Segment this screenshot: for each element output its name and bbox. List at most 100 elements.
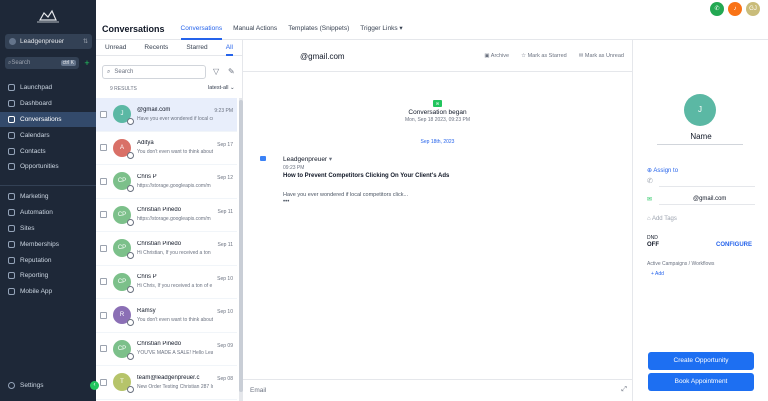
expand-message-button[interactable]: •••: [283, 199, 289, 205]
list-item[interactable]: CP Chris P https://storage.googleapis.com/…: [96, 165, 237, 199]
select-checkbox[interactable]: [100, 244, 107, 252]
sidebar-item-settings[interactable]: Settings: [0, 378, 96, 394]
list-item[interactable]: CP Christian Pinedo Hi Christian, If you r…: [96, 232, 237, 266]
phone-call-button[interactable]: ✆: [710, 2, 724, 16]
contact-email-field[interactable]: ✉ @gmail.com: [647, 196, 757, 203]
sidebar-search-placeholder: Search: [11, 60, 31, 66]
notifications-button[interactable]: ♪: [728, 2, 742, 16]
sidebar-item-contacts[interactable]: Contacts: [0, 143, 96, 159]
conversation-text: @gmail.com Have you ever wondered if loca…: [137, 107, 213, 122]
conversation-name: Christian Pinedo: [137, 341, 182, 348]
contact-name[interactable]: Name: [633, 132, 768, 141]
create-opportunity-button[interactable]: Create Opportunity: [648, 352, 754, 370]
sidebar-item-opportunities[interactable]: Opportunities: [0, 159, 96, 175]
list-item[interactable]: A Aditya You don't even want to think abou…: [96, 132, 237, 165]
calendar-icon: [8, 131, 15, 139]
sidebar-nav-top: Launchpad Dashboard Conversations Calend…: [0, 80, 96, 175]
tab-conversations[interactable]: Conversations: [180, 18, 223, 40]
mail-icon: ✉: [578, 53, 584, 59]
filter-unread[interactable]: Unread: [105, 44, 126, 51]
page-title: Conversations: [102, 23, 165, 34]
globe-icon: [8, 224, 15, 232]
select-checkbox[interactable]: [100, 110, 107, 118]
select-checkbox[interactable]: [100, 144, 107, 152]
list-item[interactable]: CP Chris P Hi Chris, If you received a ton…: [96, 266, 237, 299]
sidebar-item-conversations[interactable]: Conversations: [0, 111, 96, 128]
conversation-name: Christian Pinedo: [137, 207, 182, 214]
composer[interactable]: Email ⤢: [243, 379, 632, 401]
conversation-preview: Hi Chris, If you received a ton of e: [137, 283, 213, 290]
select-checkbox[interactable]: [100, 378, 107, 386]
avatar-initials: CP: [117, 211, 127, 218]
tab-manual-actions[interactable]: Manual Actions: [233, 18, 277, 40]
avatar-initials: A: [119, 144, 124, 151]
configure-dnd-button[interactable]: CONFIGURE: [716, 242, 752, 248]
filter-recents[interactable]: Recents: [144, 44, 168, 51]
megaphone-icon: [8, 193, 15, 201]
mark-starred-button[interactable]: ☆ Mark as Starred: [521, 53, 567, 59]
chevron-down-icon: ▾: [399, 24, 403, 32]
select-checkbox[interactable]: [100, 177, 107, 185]
sidebar-item-reporting[interactable]: Reporting: [0, 268, 96, 284]
avatar-initials: CP: [117, 278, 127, 285]
conversation-text: Chris P https://storage.googleapis.com/m: [137, 174, 213, 189]
phone-field[interactable]: [659, 186, 755, 187]
user-avatar[interactable]: GJ: [746, 2, 760, 16]
compose-icon[interactable]: ✎: [228, 67, 235, 76]
chat-header: @gmail.com ▣ Archive ☆ Mark as Starred ✉…: [243, 40, 632, 72]
archive-button[interactable]: ▣ Archive: [484, 53, 509, 59]
tab-templates[interactable]: Templates (Snippets): [288, 18, 349, 40]
filter-all[interactable]: All: [225, 40, 233, 56]
sidebar-item-label: Memberships: [20, 240, 60, 248]
archive-icon: ▣: [484, 53, 490, 59]
mark-unread-button[interactable]: ✉ Mark as Unread: [579, 53, 624, 59]
campaigns-label: Active Campaigns / Workflows: [647, 261, 715, 267]
list-item[interactable]: R Ramsy You don't even want to think about…: [96, 299, 237, 333]
conversation-name: Aditya: [137, 140, 154, 147]
assign-to-button[interactable]: ⊕ Assign to: [647, 167, 678, 174]
list-item[interactable]: Tteam@leadgenpreuer.c New Order Testing C…: [96, 366, 237, 400]
select-checkbox[interactable]: [100, 345, 107, 353]
top-nav: Conversations Conversations Manual Actio…: [96, 18, 768, 40]
sidebar-item-dashboard[interactable]: Dashboard: [0, 96, 96, 112]
sort-dropdown[interactable]: latest-all ⌄: [208, 85, 235, 91]
conversation-text: Chris P Hi Chris, If you received a ton o…: [137, 274, 213, 289]
sidebar-item-automation[interactable]: Automation: [0, 205, 96, 221]
conversation-preview: Hi Christian, If you received a ton: [137, 249, 211, 256]
tab-trigger-links[interactable]: Trigger Links ▾: [360, 18, 402, 40]
message-body: Have you ever wondered if local competit…: [283, 192, 409, 198]
conversation-date: Sep 09: [217, 342, 233, 349]
book-appointment-button[interactable]: Book Appointment: [648, 373, 754, 391]
sidebar-item-sites[interactable]: Sites: [0, 221, 96, 237]
select-checkbox[interactable]: [100, 278, 107, 286]
sidebar-item-launchpad[interactable]: Launchpad: [0, 80, 96, 96]
sidebar-item-marketing[interactable]: Marketing: [0, 189, 96, 205]
sidebar-item-label: Automation: [20, 209, 53, 217]
account-switcher[interactable]: Leadgenpreuer ⇅: [5, 34, 92, 49]
sidebar-item-reputation[interactable]: Reputation: [0, 252, 96, 268]
list-item[interactable]: J @gmail.com Have you ever wondered if loc…: [96, 98, 237, 132]
avatar-initials: CP: [117, 245, 127, 252]
conversation-search-input[interactable]: ⌕ Search: [102, 65, 206, 79]
quick-add-button[interactable]: +: [82, 57, 92, 69]
channel-badge-icon: [127, 386, 134, 394]
composer-channel-label: Email: [250, 387, 267, 394]
select-checkbox[interactable]: [100, 211, 107, 219]
add-campaign-button[interactable]: + Add: [651, 271, 664, 277]
list-item[interactable]: CP Christian Pinedo YOU'VE MADE A SALE! He…: [96, 333, 237, 366]
sidebar-item-mobile-app[interactable]: Mobile App: [0, 284, 96, 300]
list-item[interactable]: CP Christian Pinedo https://storage.google…: [96, 199, 237, 232]
sidebar-search[interactable]: ⌕ Search ctrl K: [5, 57, 79, 69]
conversation-list-pane: Unread Recents Starred All ⌕ Search ▽ ✎ …: [96, 40, 243, 401]
filter-starred[interactable]: Starred: [186, 44, 207, 51]
select-checkbox[interactable]: [100, 311, 107, 319]
filter-icon[interactable]: ▽: [213, 67, 219, 76]
brand-logo[interactable]: [34, 8, 62, 24]
add-tags-input[interactable]: ⌂ Add Tags: [647, 216, 677, 222]
conversation-list: J @gmail.com Have you ever wondered if loc…: [96, 98, 237, 400]
sidebar-item-calendars[interactable]: Calendars: [0, 127, 96, 143]
expand-icon[interactable]: ⤢: [621, 386, 627, 394]
sidebar-item-memberships[interactable]: Memberships: [0, 236, 96, 252]
conversation-text: Christian Pinedo https://storage.googleap…: [137, 207, 213, 222]
conversation-name: @gmail.com: [137, 106, 171, 113]
